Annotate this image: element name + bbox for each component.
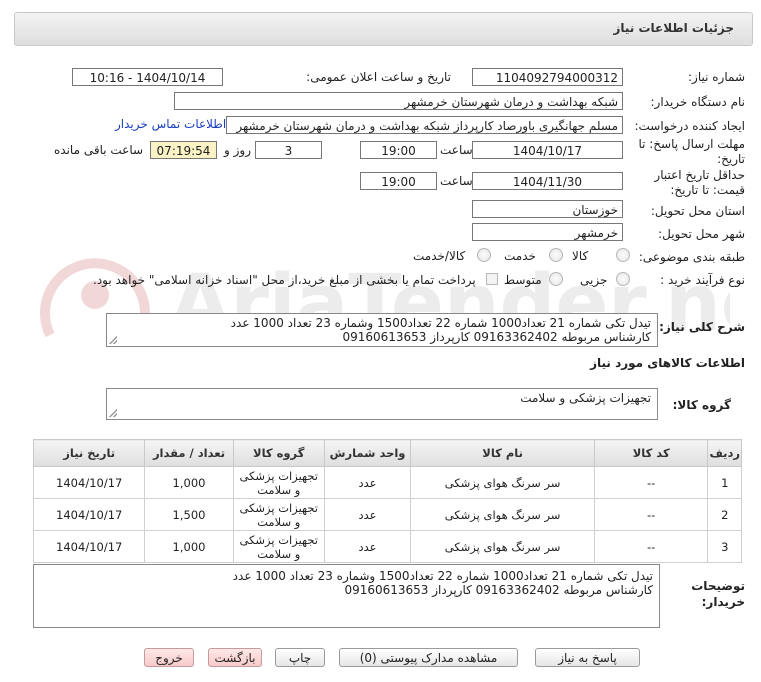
reply-time-label: ساعت	[440, 143, 473, 157]
need-number-field[interactable]: 1104092794000312	[472, 68, 623, 86]
announce-label: تاریخ و ساعت اعلان عمومی:	[306, 70, 451, 84]
col-header-quantity: تعداد / مقدار	[144, 439, 234, 467]
category-label: طبقه بندی موضوعی:	[638, 250, 745, 264]
cell-code: --	[593, 466, 709, 499]
price-validity-label: حداقل تاریخ اعتبار قیمت: تا تاریخ:	[654, 168, 745, 197]
cell-unit: عدد	[323, 466, 412, 499]
cell-date: 1404/10/17	[32, 530, 146, 563]
buyer-notes-label: توضیحات خریدار:	[691, 578, 745, 610]
summary-label: شرح کلی نیاز:	[659, 320, 745, 334]
buyer-org-label: نام دستگاه خریدار:	[650, 95, 746, 109]
process-option-medium: متوسط	[504, 273, 542, 287]
table-row[interactable]: 1 -- سر سرنگ هوای پزشکی عدد تجهیزات پزشک…	[32, 466, 742, 499]
category-option-goods: کالا	[572, 249, 589, 263]
col-header-row-number: ردیف	[707, 439, 742, 467]
cell-quantity: 1,000	[144, 530, 234, 563]
buyer-notes-line-1: تیدل تکی شماره 21 تعداد1000 شماره 22 تعد…	[232, 569, 653, 583]
remaining-time-label: ساعت باقی مانده	[54, 143, 144, 157]
summary-line-1: تیدل تکی شماره 21 تعداد1000 شماره 22 تعد…	[230, 316, 651, 330]
summary-textarea[interactable]: تیدل تکی شماره 21 تعداد1000 شماره 22 تعد…	[106, 313, 658, 347]
city-field[interactable]: خرمشهر	[472, 223, 623, 241]
goods-group-label: گروه کالا:	[672, 398, 731, 412]
cell-row-number: 2	[707, 498, 742, 531]
need-number-label: شماره نیاز:	[688, 70, 745, 84]
buyer-org-field[interactable]: شبکه بهداشت و درمان شهرستان خرمشهر	[174, 92, 623, 110]
col-header-unit: واحد شمارش	[323, 439, 412, 467]
category-option-service: خدمت	[504, 249, 536, 263]
days-field[interactable]: 3	[255, 141, 322, 159]
process-option-minor: جزیی	[580, 273, 608, 287]
cell-row-number: 1	[707, 466, 742, 499]
cell-quantity: 1,000	[144, 466, 234, 499]
validity-time-label: ساعت	[440, 174, 473, 188]
page-header: جزئیات اطلاعات نیاز	[14, 12, 753, 46]
exit-button[interactable]: خروج	[144, 648, 194, 667]
goods-info-title: اطلاعات کالاهای مورد نیاز	[590, 356, 745, 370]
cell-name: سر سرنگ هوای پزشکی	[410, 466, 595, 499]
treasury-checkbox[interactable]	[486, 273, 498, 285]
reply-date-field[interactable]: 1404/10/17	[472, 141, 623, 159]
category-radio-goods[interactable]	[616, 248, 630, 262]
province-field[interactable]: خوزستان	[472, 200, 623, 218]
payment-note: پرداخت تمام یا بخشی از مبلغ خرید،از محل …	[93, 273, 476, 287]
goods-group-value: تجهیزات پزشکی و سلامت	[520, 391, 651, 405]
remaining-time-field: 07:19:54	[150, 141, 217, 159]
category-radio-goods-service[interactable]	[477, 248, 491, 262]
cell-unit: عدد	[323, 530, 412, 563]
process-radio-minor[interactable]	[616, 272, 630, 286]
col-header-name: نام کالا	[410, 439, 595, 467]
process-radio-medium[interactable]	[549, 272, 563, 286]
contact-info-link[interactable]: اطلاعات تماس خریدار	[115, 117, 226, 131]
items-table: ردیف کد کالا نام کالا واحد شمارش گروه کا…	[32, 439, 742, 563]
reply-button[interactable]: پاسخ به نیاز	[535, 648, 640, 667]
reply-time-field[interactable]: 19:00	[360, 141, 437, 159]
table-row[interactable]: 2 -- سر سرنگ هوای پزشکی عدد تجهیزات پزشک…	[32, 498, 742, 531]
province-label: استان محل تحویل:	[650, 204, 745, 218]
cell-row-number: 3	[707, 530, 742, 563]
col-header-code: کد کالا	[593, 439, 709, 467]
validity-time-field[interactable]: 19:00	[360, 172, 437, 190]
buyer-notes-label-line-1: توضیحات	[691, 579, 745, 593]
buyer-notes-textarea[interactable]: تیدل تکی شماره 21 تعداد1000 شماره 22 تعد…	[33, 564, 660, 628]
summary-line-2: کارشناس مربوطه 09163362402 کارپرداز 0916…	[342, 330, 651, 344]
resize-handle-icon[interactable]	[109, 409, 117, 417]
print-button[interactable]: چاپ	[275, 648, 325, 667]
table-header-row: ردیف کد کالا نام کالا واحد شمارش گروه کا…	[32, 439, 742, 467]
cell-date: 1404/10/17	[32, 466, 146, 499]
attachments-button[interactable]: مشاهده مدارک پیوستی (0)	[339, 648, 518, 667]
table-row[interactable]: 3 -- سر سرنگ هوای پزشکی عدد تجهیزات پزشک…	[32, 530, 742, 563]
back-button[interactable]: بازگشت	[208, 648, 262, 667]
col-header-date: تاریخ نیاز	[32, 439, 146, 467]
cell-group: تجهیزات پزشکی و سلامت	[232, 530, 325, 563]
page-title: جزئیات اطلاعات نیاز	[613, 21, 734, 35]
creator-label: ایجاد کننده درخواست:	[634, 119, 745, 133]
col-header-group: گروه کالا	[232, 439, 325, 467]
cell-date: 1404/10/17	[32, 498, 146, 531]
cell-name: سر سرنگ هوای پزشکی	[410, 498, 595, 531]
buyer-notes-label-line-2: خریدار:	[701, 595, 745, 609]
city-label: شهر محل تحویل:	[658, 227, 745, 241]
cell-quantity: 1,500	[144, 498, 234, 531]
cell-name: سر سرنگ هوای پزشکی	[410, 530, 595, 563]
days-label: روز و	[224, 143, 251, 157]
goods-group-textarea[interactable]: تجهیزات پزشکی و سلامت	[106, 388, 658, 420]
creator-field[interactable]: مسلم جهانگیری باورصاد کارپرداز شبکه بهدا…	[226, 116, 623, 134]
announce-field[interactable]: 1404/10/14 - 10:16	[72, 68, 223, 86]
cell-code: --	[593, 498, 709, 531]
buyer-notes-line-2: کارشناس مربوطه 09163362402 کارپرداز 0916…	[344, 583, 653, 597]
category-option-goods-service: کالا/خدمت	[413, 249, 466, 263]
resize-handle-icon[interactable]	[109, 336, 117, 344]
cell-unit: عدد	[323, 498, 412, 531]
category-radio-service[interactable]	[549, 248, 563, 262]
cell-code: --	[593, 530, 709, 563]
validity-date-field[interactable]: 1404/11/30	[472, 172, 623, 190]
reply-deadline-label: مهلت ارسال پاسخ: تا تاریخ:	[638, 137, 745, 166]
cell-group: تجهیزات پزشکی و سلامت	[232, 498, 325, 531]
process-label: نوع فرآیند خرید :	[660, 273, 745, 287]
cell-group: تجهیزات پزشکی و سلامت	[232, 466, 325, 499]
